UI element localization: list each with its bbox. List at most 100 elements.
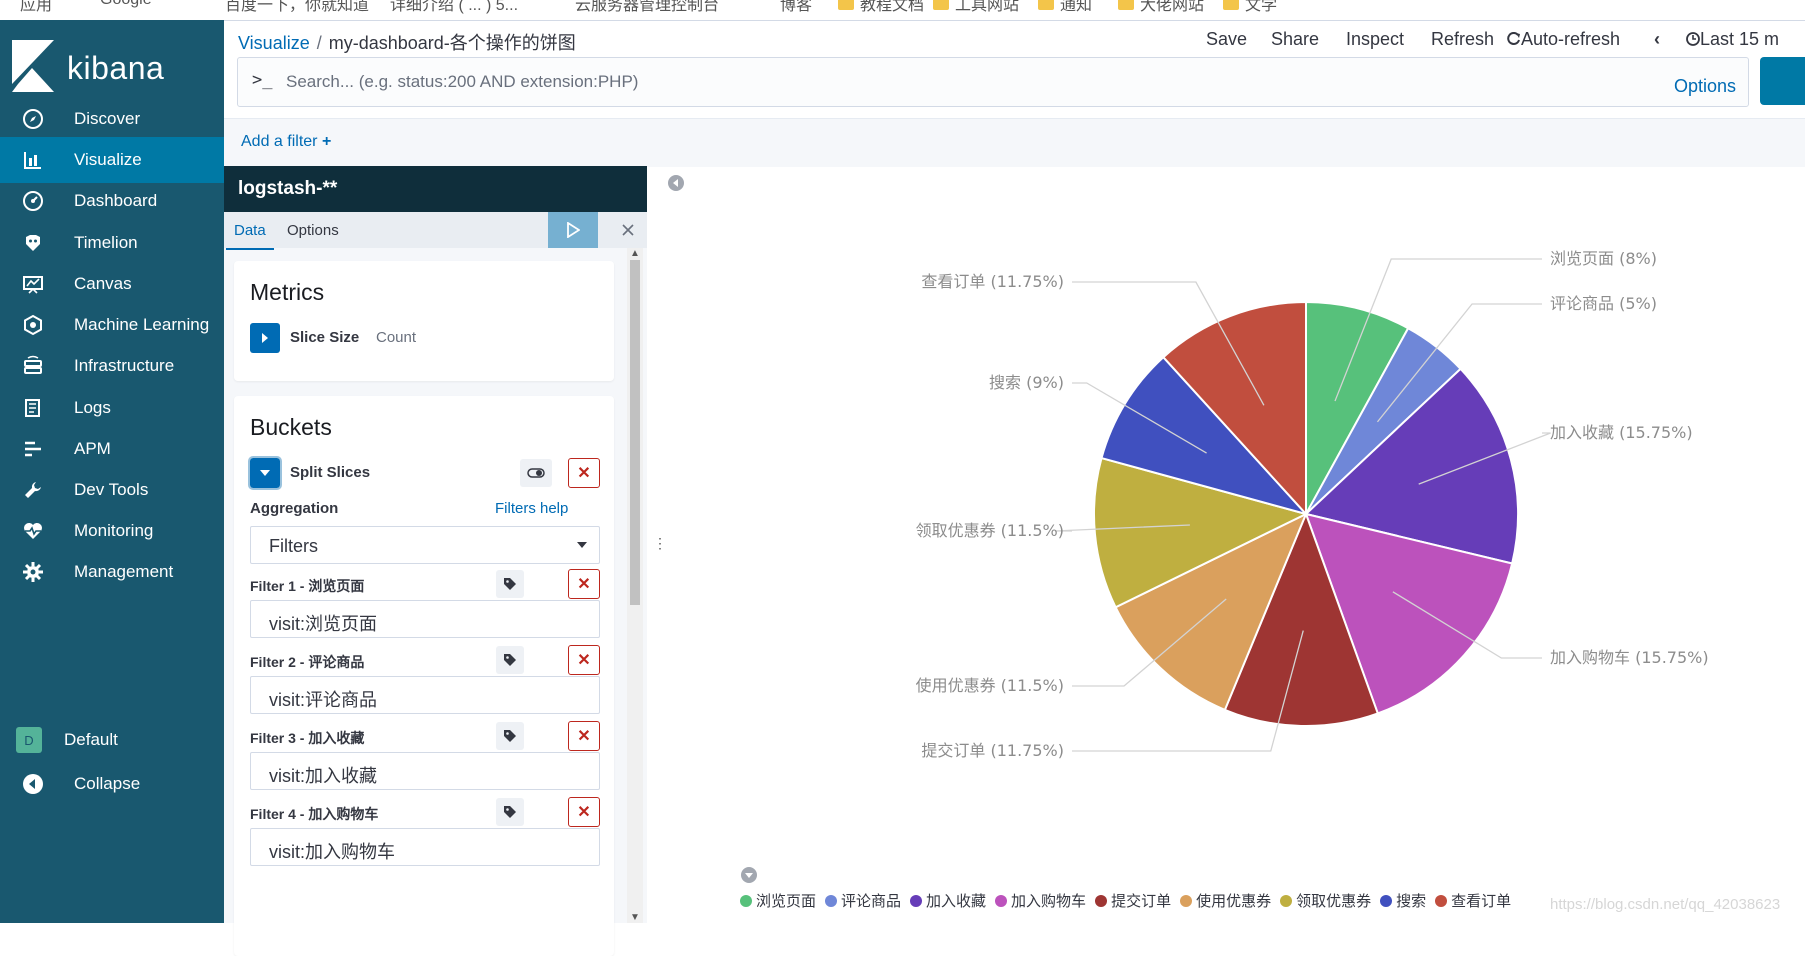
filter-input-value: visit:浏览页面 [269,614,377,634]
resize-handle[interactable]: ⋮ [653,535,667,552]
legend-item[interactable]: 加入收藏 [910,890,986,911]
legend-item[interactable]: 评论商品 [825,890,901,911]
bookmark-item[interactable]: 大佬网站 [1140,0,1204,15]
sidebar-item-dashboard[interactable]: Dashboard [0,178,224,224]
filter-label-button[interactable] [496,570,524,598]
sidebar-item-canvas[interactable]: Canvas [0,261,224,307]
bookmark-item[interactable]: 百度一下，你就知道 [225,0,369,15]
legend-item[interactable]: 加入购物车 [995,890,1086,911]
bookmark-item[interactable]: 详细介绍 ( ... ) 5... [390,0,518,15]
breadcrumb: Visualize / my-dashboard-各个操作的饼图 [238,29,576,55]
time-picker-button[interactable]: Last 15 m [1686,29,1779,50]
remove-filter-button[interactable]: ✕ [568,569,600,599]
share-button[interactable]: Share [1271,29,1319,50]
sidebar-item-discover[interactable]: Discover [0,96,224,142]
chart-legend: 浏览页面 评论商品 加入收藏 加入购物车 提交订单 使用优惠券 领取优惠券 搜索 查看订单 [740,890,1520,911]
legend-item[interactable]: 搜索 [1380,890,1426,911]
discard-changes-button[interactable] [609,212,647,248]
remove-filter-button[interactable]: ✕ [568,721,600,751]
auto-refresh-button[interactable]: Auto-refresh [1507,29,1620,50]
add-filter-label: Add a filter [241,133,318,150]
slice-label: 查看订单 (11.75%) [921,272,1064,291]
folder-icon [838,0,854,10]
sidebar-item-visualize[interactable]: Visualize [0,137,224,183]
filter-input[interactable]: visit:浏览页面 [250,600,600,638]
legend-item[interactable]: 提交订单 [1095,890,1171,911]
bookmark-item[interactable]: 应用 [20,0,52,15]
filter-label-button[interactable] [496,798,524,826]
query-prompt-icon: >_ [252,70,273,90]
sidebar-item-monitoring[interactable]: Monitoring [0,508,224,554]
chevron-down-icon [577,542,587,548]
tag-icon [504,806,516,818]
scrollbar-thumb[interactable] [630,260,640,605]
filter-label: Filter 1 - 浏览页面 [250,578,365,594]
filter-input[interactable]: visit:评论商品 [250,676,600,714]
save-button[interactable]: Save [1206,29,1247,50]
legend-dot [995,894,1008,907]
sidebar-item-dev-tools[interactable]: Dev Tools [0,467,224,513]
chevron-left-icon[interactable]: ‹ [1654,29,1660,50]
filter-label: Filter 2 - 评论商品 [250,654,365,670]
legend-item[interactable]: 浏览页面 [740,890,816,911]
editor-scrollbar[interactable]: ▲ ▼ [627,248,643,923]
bookmark-item[interactable]: Google [100,0,152,9]
tab-options[interactable]: Options [287,222,339,239]
filters-help-link[interactable]: Filters help [495,500,568,517]
filter-input-value: visit:评论商品 [269,690,377,710]
legend-toggle-icon[interactable] [740,866,758,884]
remove-filter-button[interactable]: ✕ [568,797,600,827]
filter-input[interactable]: visit:加入收藏 [250,752,600,790]
sidebar-item-label: Monitoring [74,521,154,540]
legend-item[interactable]: 使用优惠券 [1180,890,1271,911]
legend-item[interactable]: 领取优惠券 [1280,890,1371,911]
filter-input-value: visit:加入购物车 [269,842,395,862]
space-selector[interactable]: D Default [0,717,224,763]
breadcrumb-visualize-link[interactable]: Visualize [238,33,310,53]
collapse-bucket-button[interactable] [248,456,282,490]
bookmark-item[interactable]: 通知 [1060,0,1092,15]
toggle-bucket-button[interactable] [520,459,552,487]
bookmark-item[interactable]: 云服务器管理控制台 [575,0,719,15]
collapse-label: Collapse [74,774,141,793]
refresh-button[interactable]: Refresh [1431,29,1494,50]
sidebar-item-timelion[interactable]: Timelion [0,220,224,266]
add-filter-button[interactable]: Add a filter + [241,133,331,151]
tag-icon [504,730,516,742]
scroll-down-icon[interactable]: ▼ [630,912,640,923]
tab-data[interactable]: Data [226,222,274,250]
inspect-button[interactable]: Inspect [1346,29,1404,50]
apply-changes-button[interactable] [548,212,598,248]
bookmark-item[interactable]: 博客 [780,0,812,15]
sidebar-item-label: Dashboard [74,191,158,210]
filter-label-button[interactable] [496,646,524,674]
query-submit-button[interactable] [1760,57,1805,105]
expand-metric-button[interactable] [250,323,280,353]
slice-label: 浏览页面 (8%) [1550,249,1657,268]
legend-item[interactable]: 查看订单 [1435,890,1511,911]
bookmark-item[interactable]: 文学 [1245,0,1277,15]
metric-type-label: Slice Size [290,329,360,346]
canvas-icon [22,273,44,295]
kibana-logo[interactable]: kibana [12,40,212,100]
scroll-up-icon[interactable]: ▲ [630,248,640,259]
bookmark-item[interactable]: 工具网站 [955,0,1019,15]
breadcrumb-current: my-dashboard-各个操作的饼图 [328,33,576,53]
bookmark-item[interactable]: 教程文档 [860,0,924,15]
sidebar-item-logs[interactable]: Logs [0,385,224,431]
query-bar[interactable]: >_ Search... (e.g. status:200 AND extens… [237,57,1749,107]
query-options-button[interactable]: Options [1674,76,1736,97]
filter-bar: Add a filter + [224,118,1805,167]
filter-label-button[interactable] [496,722,524,750]
index-pattern-title: logstash-** [224,166,647,212]
aggregation-select[interactable]: Filters [250,526,600,564]
sidebar-item-management[interactable]: Management [0,549,224,595]
remove-bucket-button[interactable]: ✕ [568,458,600,488]
sidebar-item-infrastructure[interactable]: Infrastructure [0,343,224,389]
search-input[interactable]: Search... (e.g. status:200 AND extension… [286,72,638,92]
sidebar-item-apm[interactable]: APM [0,426,224,472]
filter-input[interactable]: visit:加入购物车 [250,828,600,866]
remove-filter-button[interactable]: ✕ [568,645,600,675]
sidebar-item-machine-learning[interactable]: Machine Learning [0,302,224,348]
collapse-nav-button[interactable]: Collapse [0,761,224,807]
